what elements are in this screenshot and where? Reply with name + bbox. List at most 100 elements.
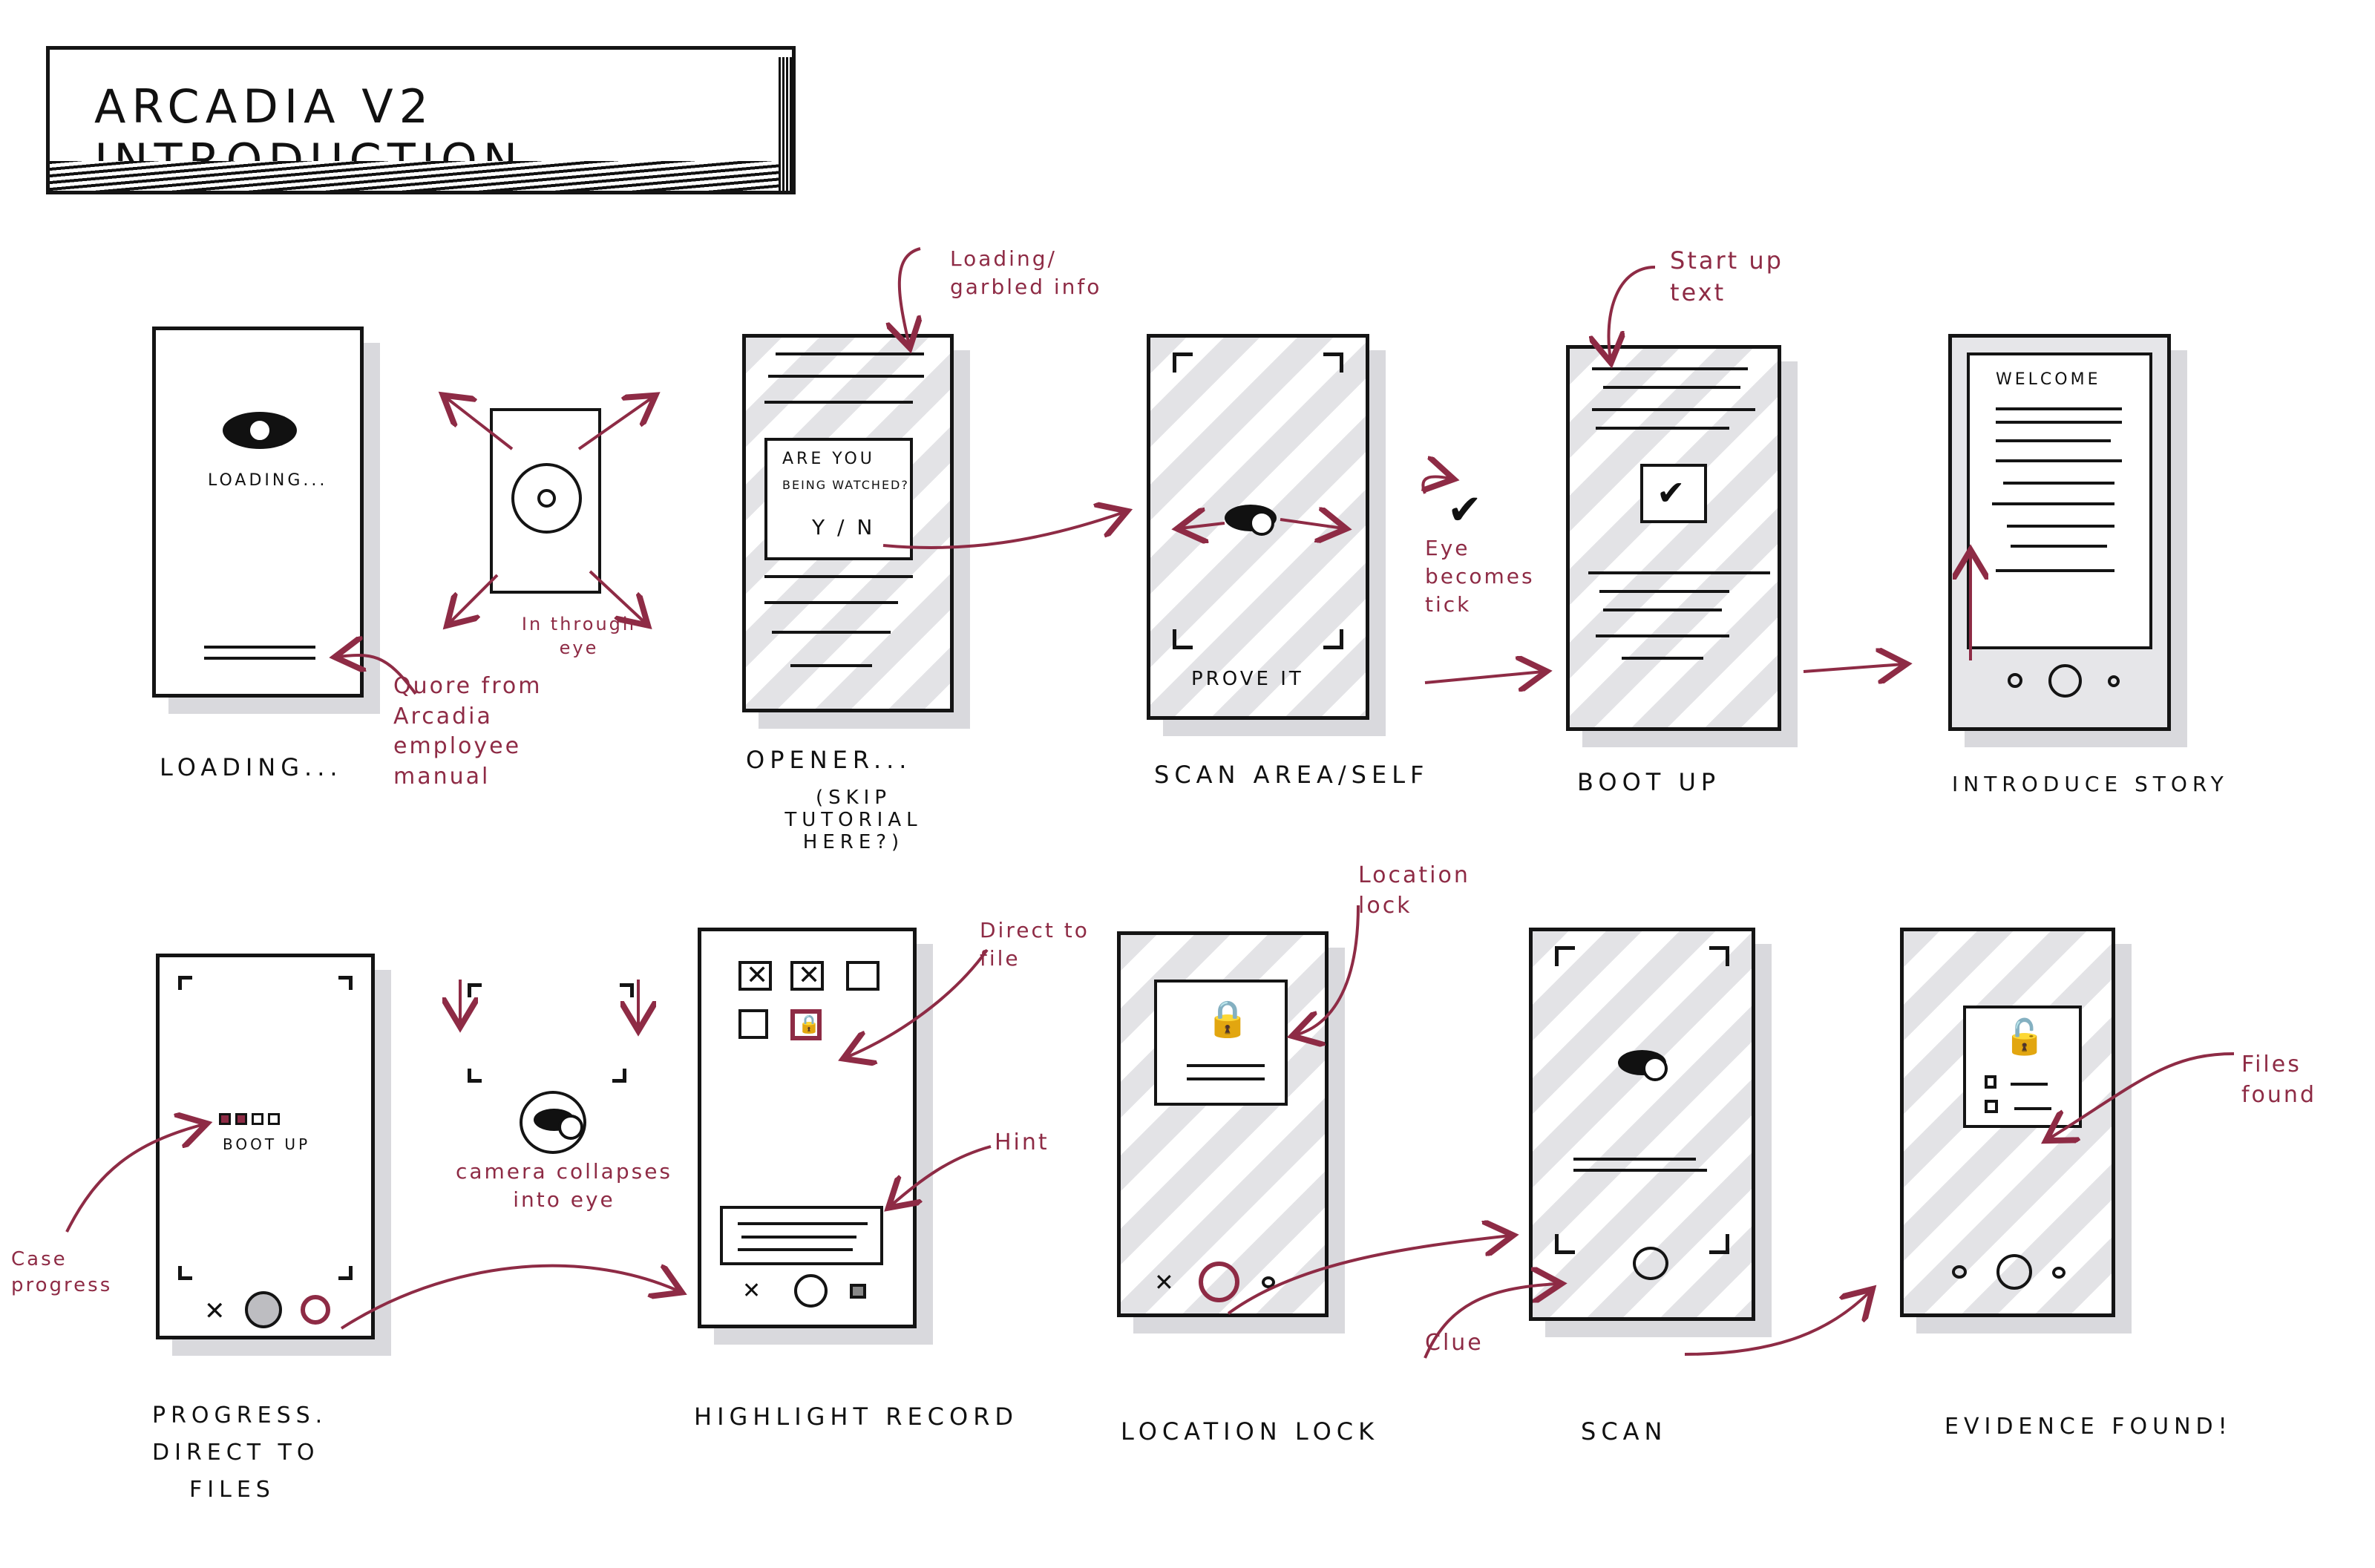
quote-line [204,646,315,649]
viewfinder-corner [1709,946,1729,966]
file-slot-crossed[interactable]: ✕ [790,961,824,991]
caption-opener-sub: (Skip tutorial here?) [784,787,923,853]
caption-boot-up: Boot up [1577,768,1721,796]
eye-icon [223,412,297,449]
text-line [1596,427,1729,430]
caption-location-lock: Location lock [1121,1417,1380,1446]
side-button[interactable] [2108,675,2120,687]
viewfinder-corner [178,976,192,990]
file-checkbox[interactable] [1985,1100,1998,1113]
side-button[interactable] [2008,673,2022,688]
close-icon[interactable]: ✕ [1154,1270,1174,1294]
viewfinder-corner [338,976,353,990]
screen-scan [1529,928,1755,1321]
hint-line [738,1248,853,1251]
annotation-location-lock: Location lock [1358,862,1470,919]
text-line [790,664,872,667]
annotation-camera-collapses-2: into eye [513,1187,615,1212]
camera-eye-button[interactable] [1996,1254,2032,1290]
files-button[interactable] [301,1295,330,1325]
lock-text-line [1187,1077,1265,1080]
text-line [1622,657,1703,660]
evidence-dialog: 🔓 [1963,1006,2082,1128]
title-banner: Arcadia V2 Introduction [46,46,796,194]
side-button[interactable] [1952,1265,1967,1279]
text-line [1599,590,1729,593]
text-line [764,575,913,578]
text-line [764,601,898,604]
case-progress-indicator [219,1113,280,1125]
viewfinder-corner [1173,352,1193,373]
camera-eye-button[interactable] [794,1274,828,1308]
file-checkbox[interactable] [1985,1075,1996,1089]
arrow-boot-to-story [1803,664,1904,672]
annotation-in-through-eye: In through eye [521,614,637,659]
yes-no-choice[interactable]: Y / N [812,515,875,539]
home-button[interactable] [2048,664,2082,698]
close-icon[interactable]: ✕ [204,1299,226,1324]
camera-eye-button[interactable] [1633,1247,1668,1280]
side-button[interactable] [2052,1267,2066,1279]
text-line [764,401,913,404]
screen-highlight-record: ✕ ✕ 🔒 ✕ [698,928,917,1328]
dialog-line-2: being watched? [782,478,909,492]
progress-box-filled [235,1113,247,1125]
eye-zoom-sketch [490,408,601,594]
lock-icon: 🔒 [1205,998,1250,1040]
file-slot-locked-highlighted[interactable]: 🔒 [790,1009,822,1040]
annotation-case-progress: Case progress [11,1248,113,1297]
arrow-garbled [900,247,920,345]
screen-loading: Loading... [152,327,364,698]
text-line [1996,421,2122,424]
viewfinder-corner [468,1069,482,1083]
caption-progress-3: files [189,1477,275,1503]
text-line [2003,482,2114,485]
progress-box-empty [252,1113,263,1125]
eye-icon [534,1109,583,1140]
arrow-scan-to-boot [1424,672,1544,683]
caption-progress-1: Progress. [152,1403,328,1428]
files-button[interactable] [850,1284,866,1299]
caption-opener: Opener... [746,746,912,774]
screen-boot-up: ✔ [1566,345,1781,731]
hint-line [738,1222,868,1225]
caption-loading: Loading... [160,753,343,781]
viewfinder-corner [612,1069,626,1083]
file-slot-empty[interactable] [738,1009,768,1039]
file-slot-crossed[interactable]: ✕ [738,961,772,991]
hint-line [741,1236,856,1239]
unlock-icon: 🔓 [2003,1017,2046,1057]
close-icon[interactable]: ✕ [742,1280,761,1302]
viewfinder-corner [620,983,634,997]
screen-introduce-story: Welcome [1948,334,2171,731]
annotation-garbled-info: Loading/ garbled info [950,246,1102,299]
annotation-eye-becomes-tick: Eye becomes tick [1425,536,1535,617]
text-line [2011,545,2107,548]
arrow-progress-to-highlight [340,1266,679,1330]
viewfinder-corner [468,983,482,997]
text-line [772,631,891,634]
camera-eye-button-highlighted[interactable] [1199,1262,1239,1302]
welcome-text: Welcome [1996,370,2101,389]
loading-screen-text: Loading... [208,471,328,490]
viewfinder-corner [1555,946,1575,966]
viewfinder-corner [338,1266,353,1280]
caption-scan: Scan [1581,1417,1668,1446]
text-line [1588,571,1770,574]
annotation-camera-collapses: camera collapses into eye [453,1158,675,1214]
file-line [2011,1083,2048,1086]
text-line [1603,608,1722,611]
caption-progress-2: Direct to [152,1440,320,1466]
file-slot-empty[interactable] [846,961,879,991]
side-button[interactable] [1262,1276,1275,1288]
dialog-box: Are you being watched? Y / N [764,438,913,560]
screen-opener: Are you being watched? Y / N [742,334,954,712]
tick-icon: ✔ [1447,486,1482,534]
screen-scan-area: Prove it [1147,334,1369,720]
text-line [1996,569,2114,572]
viewfinder-corner [1709,1234,1729,1254]
viewfinder-corner [1173,629,1193,649]
camera-eye-button[interactable] [245,1291,282,1328]
text-line [2007,525,2114,528]
annotation-hint: Hint [995,1129,1049,1155]
